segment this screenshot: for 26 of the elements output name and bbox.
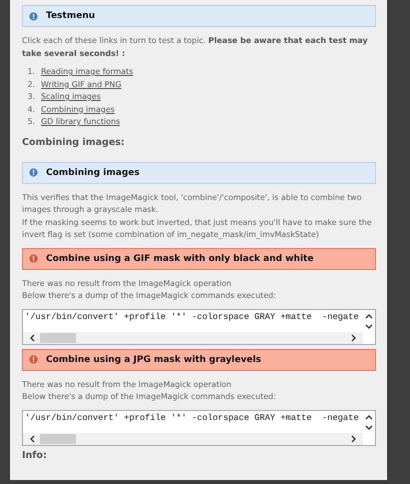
message-title: Combining images bbox=[46, 168, 140, 178]
section-heading: Combining images: bbox=[22, 136, 126, 148]
info-icon bbox=[29, 168, 38, 177]
scroll-up-icon[interactable] bbox=[365, 312, 373, 320]
scroll-left-icon[interactable] bbox=[29, 434, 37, 442]
code-box[interactable]: '/usr/bin/convert' +profile '*' -colorspace GRAY +matte -negate bbox=[22, 308, 376, 344]
scroll-right-icon[interactable] bbox=[349, 434, 357, 442]
info-icon bbox=[29, 12, 38, 20]
horizontal-scrollbar[interactable] bbox=[23, 432, 363, 444]
scroll-up-icon[interactable] bbox=[365, 414, 373, 422]
message-title: Combine using a JPG mask with graylevels bbox=[46, 354, 262, 364]
warning-icon bbox=[29, 355, 38, 364]
scroll-thumb[interactable] bbox=[40, 332, 76, 342]
scroll-down-icon[interactable] bbox=[365, 322, 373, 330]
scroll-left-icon[interactable] bbox=[29, 334, 37, 342]
horizontal-scrollbar[interactable] bbox=[23, 332, 363, 344]
code-line: '/usr/bin/convert' +profile '*' -colorspace GRAY +matte -negate bbox=[24, 310, 360, 324]
code-box[interactable]: '/usr/bin/convert' +profile '*' -colorspace GRAY +matte -negate bbox=[22, 410, 376, 446]
message-title: Testmenu bbox=[46, 11, 96, 21]
message-title: Combine using a GIF mask with only black and white bbox=[46, 254, 314, 264]
warning-icon bbox=[29, 254, 38, 263]
scroll-right-icon[interactable] bbox=[349, 334, 357, 342]
scroll-down-icon[interactable] bbox=[365, 422, 373, 430]
scroll-thumb[interactable] bbox=[40, 434, 76, 444]
code-line: '/usr/bin/convert' +profile '*' -colorspace GRAY +matte -negate bbox=[24, 412, 360, 424]
section-heading: Info: bbox=[22, 450, 48, 460]
